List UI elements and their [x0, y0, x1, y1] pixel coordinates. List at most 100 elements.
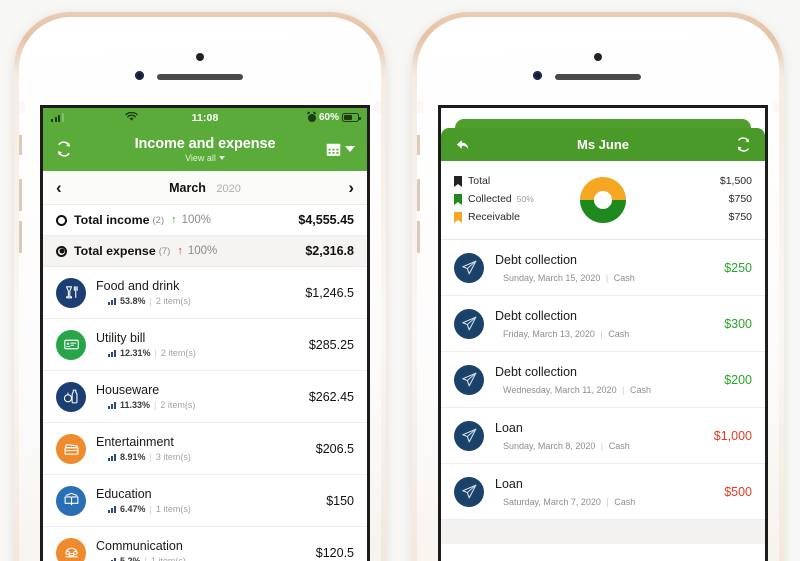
separator: | — [149, 504, 152, 514]
volume-up-button[interactable] — [19, 179, 22, 211]
battery-icon — [342, 113, 361, 122]
screen-right: Ms June Total $1,500 Collected 50% $750 … — [438, 105, 768, 561]
screenshot-stage: 11:08 60% Income and expense View all ‹ … — [0, 0, 800, 561]
category-amount: $1,246.5 — [305, 285, 354, 300]
category-name: Communication — [96, 539, 183, 553]
transaction-amount: $500 — [724, 484, 752, 499]
separator: | — [606, 496, 609, 507]
app-header-center: Income and expense View all — [43, 136, 367, 163]
separator: | — [600, 328, 603, 339]
chevron-down-icon — [218, 155, 225, 160]
app-header-center: Ms June — [441, 136, 765, 154]
chevron-down-icon — [345, 146, 355, 152]
antenna-band — [417, 101, 423, 113]
transaction-name: Loan — [495, 476, 523, 491]
list-item-body: Utility bill 12.31% | 2 item(s) — [96, 331, 301, 358]
transaction-name: Debt collection — [495, 364, 577, 379]
total-income-count: (2) — [152, 214, 165, 226]
donut-chart — [580, 177, 626, 223]
back-button[interactable] — [454, 136, 471, 153]
page-title: Ms June — [576, 136, 629, 152]
total-expense-label: Total expense — [74, 244, 156, 258]
category-name: Houseware — [96, 383, 160, 397]
table-row[interactable]: Debt collection Wednesday, March 11, 202… — [441, 352, 765, 408]
silent-switch[interactable] — [19, 135, 22, 155]
table-row[interactable]: Loan Sunday, March 8, 2020 | Cash $1,000 — [441, 408, 765, 464]
summary-value: $1,500 — [719, 175, 752, 187]
category-name: Education — [96, 487, 152, 501]
list-item[interactable]: Food and drink 53.8% | 2 item(s) $1,246.… — [43, 267, 367, 319]
table-row[interactable]: Loan Saturday, March 7, 2020 | Cash $500 — [441, 464, 765, 520]
silent-switch[interactable] — [417, 135, 420, 155]
list-item[interactable]: Communication 5.2% | 1 item(s) $120.5 — [43, 527, 367, 561]
list-item[interactable]: Education 6.47% | 1 item(s) $150 — [43, 475, 367, 527]
volume-down-button[interactable] — [19, 221, 22, 253]
battery-percent-label: 60% — [318, 112, 339, 123]
total-expense-row[interactable]: Total expense (7) ↑ 100% $2,316.8 — [43, 236, 367, 267]
separator: | — [600, 440, 604, 451]
bar-chart-icon — [108, 297, 116, 305]
separator: | — [154, 400, 157, 410]
total-income-amount: $4,555.45 — [298, 213, 354, 227]
year-label: 2020 — [216, 182, 241, 195]
bar-chart-icon — [108, 401, 116, 409]
category-name: Food and drink — [96, 279, 180, 293]
total-expense-percent: 100% — [187, 245, 218, 257]
transaction-meta: Sunday, March 15, 2020 | Cash — [495, 273, 716, 283]
transaction-amount: $200 — [724, 372, 752, 387]
category-meta: 53.8% | 2 item(s) — [96, 296, 297, 306]
transaction-amount: $1,000 — [713, 428, 752, 443]
refresh-button[interactable] — [735, 136, 752, 153]
antenna-band — [773, 101, 779, 113]
separator: | — [622, 384, 625, 395]
list-item-body: Food and drink 53.8% | 2 item(s) — [96, 279, 297, 306]
list-item[interactable]: Utility bill 12.31% | 2 item(s) $285.25 — [43, 319, 367, 371]
list-item[interactable]: Houseware 11.33% | 2 item(s) $262.45 — [43, 371, 367, 423]
view-all-dropdown[interactable]: View all — [43, 153, 367, 163]
front-camera-icon — [135, 71, 144, 80]
table-row-body: Loan Sunday, March 8, 2020 | Cash — [495, 421, 706, 451]
category-name: Utility bill — [96, 331, 146, 345]
transaction-amount: $300 — [724, 316, 752, 331]
list-footer-spacer — [441, 520, 765, 544]
radio-unselected-icon[interactable] — [56, 214, 67, 226]
calendar-dropdown-button[interactable] — [325, 141, 355, 158]
app-header-right: Ms June — [441, 128, 765, 161]
bar-chart-icon — [108, 453, 116, 461]
prev-month-button[interactable]: ‹ — [56, 179, 62, 196]
flag-icon-total — [454, 175, 462, 187]
category-name: Entertainment — [96, 435, 174, 449]
telephone-icon — [56, 537, 86, 561]
category-meta: 12.31% | 2 item(s) — [96, 348, 301, 358]
refresh-icon — [737, 137, 750, 152]
page-title: Income and expense — [134, 135, 276, 152]
transaction-method: Cash — [613, 272, 635, 283]
paper-plane-icon — [454, 476, 484, 507]
bar-chart-icon — [108, 557, 116, 561]
category-meta: 11.33% | 2 item(s) — [96, 400, 301, 410]
transaction-meta: Friday, March 13, 2020 | Cash — [495, 329, 716, 339]
table-row-body: Loan Saturday, March 7, 2020 | Cash — [495, 477, 716, 507]
month-label: March — [169, 180, 206, 195]
arrow-up-icon: ↑ — [177, 245, 183, 257]
list-item-body: Houseware 11.33% | 2 item(s) — [96, 383, 301, 410]
bar-chart-icon — [108, 349, 116, 357]
total-expense-count: (7) — [158, 245, 171, 257]
transaction-date: Friday, March 13, 2020 — [503, 328, 595, 339]
month-navigator: ‹ March 2020 › — [43, 171, 367, 205]
transaction-date: Sunday, March 8, 2020 — [503, 440, 596, 451]
list-item[interactable]: Entertainment 8.91% | 3 item(s) $206.5 — [43, 423, 367, 475]
next-month-button[interactable]: › — [348, 179, 354, 196]
volume-down-button[interactable] — [417, 221, 420, 253]
category-percent: 5.2% — [120, 556, 141, 561]
app-header-left: Income and expense View all — [43, 127, 367, 171]
volume-up-button[interactable] — [417, 179, 420, 211]
table-row[interactable]: Debt collection Friday, March 13, 2020 |… — [441, 296, 765, 352]
refresh-button[interactable] — [55, 140, 73, 158]
category-amount: $262.45 — [308, 389, 354, 404]
total-income-label: Total income — [74, 213, 150, 227]
radio-selected-icon[interactable] — [56, 245, 67, 257]
table-row[interactable]: Debt collection Sunday, March 15, 2020 |… — [441, 240, 765, 296]
total-income-row[interactable]: Total income (2) ↑ 100% $4,555.45 — [43, 205, 367, 236]
card-stack-tab — [455, 119, 751, 128]
